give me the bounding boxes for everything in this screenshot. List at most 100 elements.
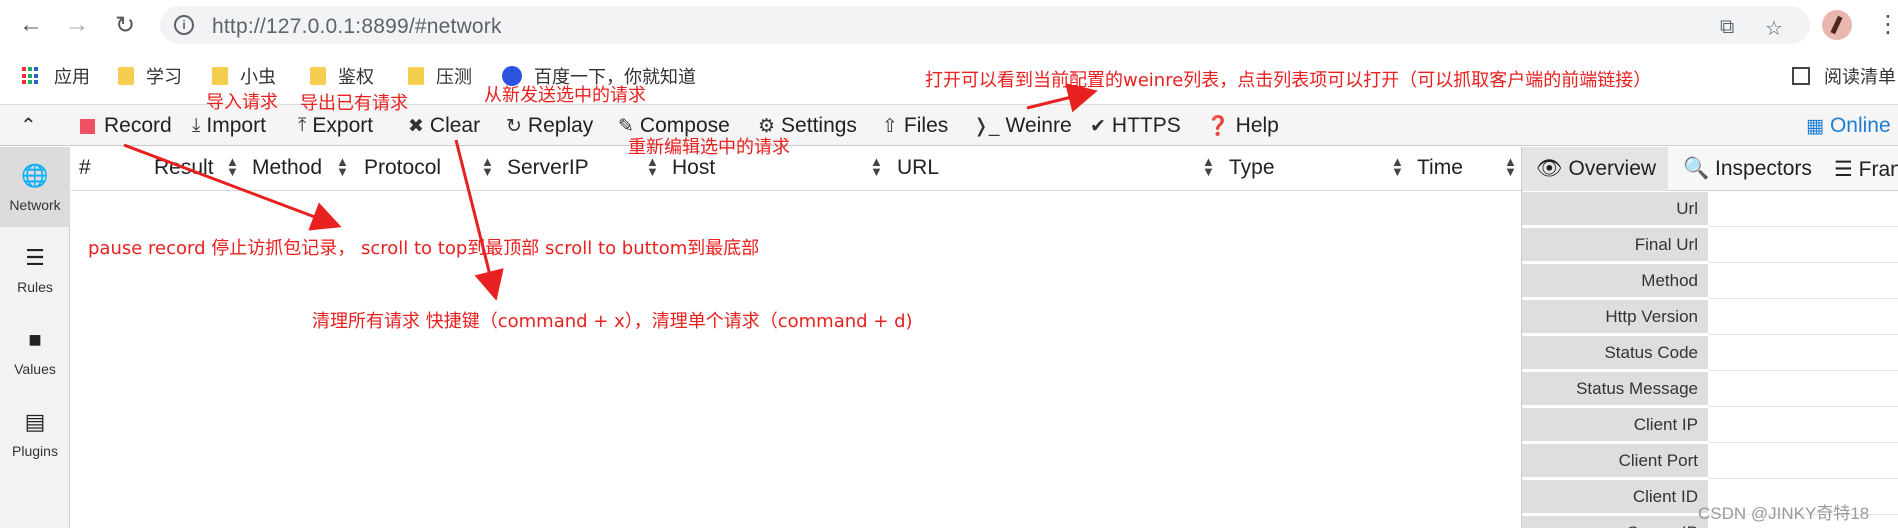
weinre-label: Weinre xyxy=(1005,114,1072,137)
replay-icon: ↻ xyxy=(506,115,522,137)
reading-list-icon xyxy=(1792,67,1810,85)
star-icon[interactable]: ☆ xyxy=(1765,16,1783,41)
folder-icon: ■ xyxy=(28,327,42,352)
kebab-menu-icon[interactable]: ⋮ xyxy=(1876,10,1898,39)
sort-icon[interactable]: ▲ ▼ xyxy=(481,155,494,178)
prop-value xyxy=(1708,264,1898,299)
prop-final-url: Final Url xyxy=(1522,228,1708,263)
column-header-protocol[interactable]: Protocol xyxy=(364,156,441,180)
https-label: HTTPS xyxy=(1111,114,1181,137)
replay-button[interactable]: ↻ Replay xyxy=(506,114,593,138)
plugin-list-icon: ▤ xyxy=(24,409,46,434)
bookmark-folder-bug[interactable]: 小虫 xyxy=(212,63,276,89)
reading-list-label: 阅读清单 xyxy=(1824,67,1896,87)
column-header-url[interactable]: URL xyxy=(897,156,939,180)
bookmark-folder-auth[interactable]: 鉴权 xyxy=(310,63,374,89)
replay-annotation: 从新发送选中的请求 xyxy=(484,85,646,106)
nav-label: Plugins xyxy=(12,443,58,459)
nav-label: Values xyxy=(14,361,56,377)
prop-client-ip: Client IP xyxy=(1522,408,1708,443)
folder-icon xyxy=(310,67,326,85)
bookmark-apps[interactable]: 应用 xyxy=(22,63,90,89)
arrow-right-icon[interactable]: → xyxy=(62,10,92,40)
help-label: Help xyxy=(1235,114,1279,137)
bookmark-label: 学习 xyxy=(146,67,182,87)
side-nav: 🌐 Network ☰ Rules ■ Values ▤ Plugins xyxy=(0,147,70,528)
reading-list-button[interactable]: 阅读清单 xyxy=(1792,63,1896,89)
sort-icon[interactable]: ▲ ▼ xyxy=(870,155,883,178)
export-button[interactable]: ⤒ Export xyxy=(298,114,373,138)
sort-icon[interactable]: ▲ ▼ xyxy=(1504,155,1517,178)
bookmark-label: 应用 xyxy=(54,67,90,87)
prop-http-version: Http Version xyxy=(1522,300,1708,335)
clear-annotation: 清理所有请求 快捷键（command + x），清理单个请求（command +… xyxy=(312,311,913,332)
nav-label: Rules xyxy=(17,279,53,295)
whistle-toolbar: ⌃ Record ⤓ Import ⤒ Export ✖ Clear ↻ Rep… xyxy=(0,104,1898,146)
search-icon: 🔍 xyxy=(1683,157,1710,180)
prop-client-id: Client ID xyxy=(1522,480,1708,515)
sort-icon[interactable]: ▲ ▼ xyxy=(1391,155,1404,178)
column-header-host[interactable]: Host xyxy=(672,156,715,180)
help-icon: ❓ xyxy=(1206,116,1230,137)
tab-inspectors[interactable]: 🔍 Inspectors xyxy=(1669,147,1819,191)
sort-icon[interactable]: ▲ ▼ xyxy=(646,155,659,178)
share-icon[interactable]: ⧉ xyxy=(1720,16,1734,39)
nav-network[interactable]: 🌐 Network xyxy=(0,147,70,227)
column-header-index[interactable]: # xyxy=(79,156,91,180)
nav-label: Network xyxy=(9,197,61,213)
clear-button[interactable]: ✖ Clear xyxy=(408,114,480,138)
folder-icon xyxy=(408,67,424,85)
online-label: Online xyxy=(1829,114,1891,137)
https-button[interactable]: ✔ HTTPS xyxy=(1090,114,1181,138)
files-label: Files xyxy=(903,114,949,137)
upload-icon: ⇧ xyxy=(882,115,898,137)
prop-url: Url xyxy=(1522,192,1708,227)
import-label: Import xyxy=(206,114,266,137)
bookmark-label: 小虫 xyxy=(240,67,276,87)
export-icon: ⤒ xyxy=(298,115,307,136)
files-button[interactable]: ⇧ Files xyxy=(882,114,948,138)
nav-plugins[interactable]: ▤ Plugins xyxy=(0,393,70,473)
info-icon[interactable]: i xyxy=(174,15,194,35)
record-button[interactable]: Record xyxy=(80,114,172,138)
column-header-time[interactable]: Time xyxy=(1417,156,1463,180)
bookmark-label: 鉴权 xyxy=(338,67,374,87)
sort-icon[interactable]: ▲ ▼ xyxy=(1202,155,1215,178)
bar-chart-icon: ▦ xyxy=(1806,115,1824,137)
prop-value xyxy=(1708,300,1898,335)
compose-annotation: 重新编辑选中的请求 xyxy=(628,137,790,158)
sort-icon[interactable]: ▲ ▼ xyxy=(336,155,349,178)
check-icon: ✔ xyxy=(1090,115,1106,137)
help-button[interactable]: ❓ Help xyxy=(1206,114,1279,138)
weinre-button[interactable]: ❭_ Weinre xyxy=(973,114,1072,138)
import-annotation: 导入请求 xyxy=(206,92,278,113)
folder-icon xyxy=(118,67,134,85)
address-url[interactable]: http://127.0.0.1:8899/#network xyxy=(212,15,502,39)
menu-icon: ☰ xyxy=(1834,158,1853,181)
nav-rules[interactable]: ☰ Rules xyxy=(0,229,70,309)
nav-values[interactable]: ■ Values xyxy=(0,311,70,391)
request-table-header: # Result ▲ ▼ Method ▲ ▼ Protocol ▲ ▼ Server… xyxy=(71,147,1521,191)
export-annotation: 导出已有请求 xyxy=(300,93,408,114)
online-button[interactable]: ▦ Online xyxy=(1806,114,1891,138)
tab-frames[interactable]: ☰ Fran xyxy=(1820,147,1898,191)
address-bar[interactable]: i http://127.0.0.1:8899/#network ⧉ ☆ xyxy=(160,6,1810,44)
chevron-up-icon[interactable]: ⌃ xyxy=(20,113,37,138)
clear-label: Clear xyxy=(429,114,481,137)
arrow-left-icon[interactable]: ← xyxy=(16,10,46,40)
bookmark-folder-study[interactable]: 学习 xyxy=(118,63,182,89)
tab-overview[interactable]: 👁 Overview xyxy=(1522,147,1668,191)
column-header-result[interactable]: Result xyxy=(154,156,214,180)
watermark: CSDN @JINKY奇特18 xyxy=(1698,504,1870,523)
reload-icon[interactable]: ↻ xyxy=(110,10,140,40)
import-button[interactable]: ⤓ Import xyxy=(192,114,266,138)
list-icon: ☰ xyxy=(25,245,45,270)
profile-avatar[interactable] xyxy=(1822,10,1852,40)
detail-tabs: 👁 Overview 🔍 Inspectors ☰ Fran xyxy=(1522,147,1898,191)
bookmark-folder-stress[interactable]: 压测 xyxy=(408,63,472,89)
sort-icon[interactable]: ▲ ▼ xyxy=(226,155,239,178)
export-label: Export xyxy=(312,114,374,137)
column-header-type[interactable]: Type xyxy=(1229,156,1275,180)
column-header-method[interactable]: Method xyxy=(252,156,322,180)
column-header-serverip[interactable]: ServerIP xyxy=(507,156,589,180)
